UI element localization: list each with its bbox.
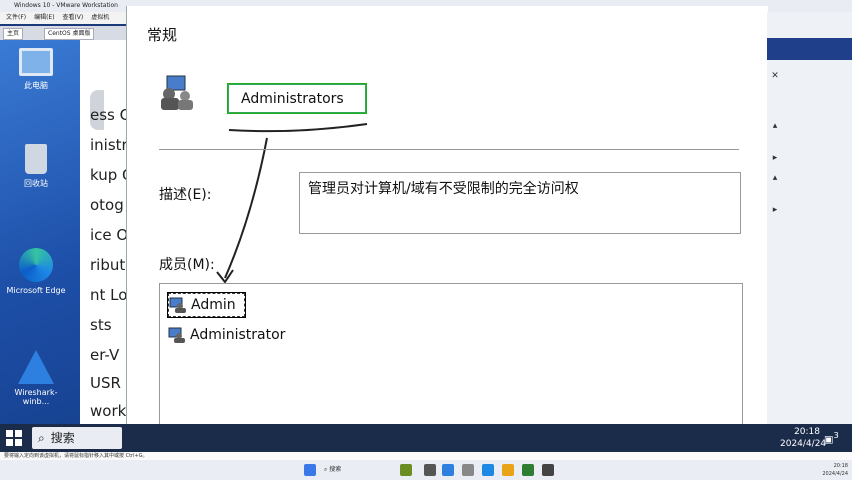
description-label: 描述(E): <box>159 187 212 203</box>
app-icon[interactable] <box>522 464 534 476</box>
list-item: work <box>90 402 127 420</box>
windows-start-icon[interactable] <box>6 430 22 446</box>
taskbar-clock[interactable]: 20:18 2024/4/24 <box>780 426 827 450</box>
list-item: inistr <box>90 136 128 154</box>
separator <box>159 149 739 150</box>
app-icon[interactable] <box>400 464 412 476</box>
vm-menubar: 文件(F) 编辑(E) 查看(V) 虚拟机 <box>0 12 130 24</box>
member-admin[interactable]: Admin <box>167 292 246 318</box>
list-item: sts <box>90 316 112 334</box>
member-name: Admin <box>191 297 236 313</box>
clock-time: 20:18 <box>833 463 848 469</box>
app-icon[interactable] <box>542 464 554 476</box>
desktop-icon-edge[interactable]: Microsoft Edge <box>6 248 66 295</box>
member-name: Administrator <box>190 327 286 343</box>
folder-icon[interactable] <box>502 464 514 476</box>
menu-file[interactable]: 文件(F) <box>6 12 26 24</box>
list-item: USR <box>90 374 121 392</box>
desktop-icon-recycle-bin[interactable]: 回收站 <box>6 144 66 189</box>
description-field[interactable]: 管理员对计算机/域有不受限制的完全访问权 <box>299 172 741 234</box>
recycle-bin-icon <box>25 144 47 174</box>
computer-icon <box>19 48 53 76</box>
wireshark-icon <box>18 350 54 384</box>
list-item: ice O <box>90 226 129 244</box>
clock-date: 2024/4/24 <box>822 471 848 477</box>
edge-icon <box>19 248 53 282</box>
app-icon[interactable] <box>442 464 454 476</box>
app-icon[interactable] <box>482 464 494 476</box>
vm-status-bar: 要将输入定向到该虚拟机，请将鼠标指针移入其中或按 Ctrl+G。 <box>0 452 852 460</box>
members-label: 成员(M): <box>159 257 215 273</box>
vm-title: Windows 10 - VMware Workstation <box>14 2 118 9</box>
menu-view[interactable]: 查看(V) <box>62 12 83 24</box>
list-item: ess C <box>90 106 131 124</box>
desktop-icon-label: Wireshark-winb... <box>14 388 58 406</box>
taskbar-search[interactable]: ⌕ 搜索 <box>32 427 122 449</box>
member-administrator[interactable]: Administrator <box>168 324 285 346</box>
desktop-icon-label: 此电脑 <box>24 81 48 90</box>
notification-icon[interactable]: ▣3 <box>824 430 839 445</box>
host-taskbar: ⌕ 搜索 20:18 2024/4/24 <box>0 460 852 480</box>
scroll-up-icon[interactable]: ▴ <box>769 120 781 132</box>
user-icon <box>168 327 185 343</box>
notification-count: 3 <box>833 430 839 440</box>
tab-home[interactable]: 主页 <box>3 28 24 40</box>
menu-edit[interactable]: 编辑(E) <box>34 12 54 24</box>
search-label: 搜索 <box>329 466 342 473</box>
search-icon: ⌕ <box>38 431 45 445</box>
vm-tabbar: 主页 CentOS 桌面版 <box>0 26 130 40</box>
chevron-right-icon[interactable]: ▸ <box>769 204 781 216</box>
menu-vm[interactable]: 虚拟机 <box>91 12 109 24</box>
desktop-icon-this-pc[interactable]: 此电脑 <box>6 48 66 91</box>
close-icon[interactable]: ✕ <box>769 70 781 82</box>
list-item: otog <box>90 196 124 214</box>
users-group-icon <box>161 75 193 110</box>
user-icon <box>169 297 186 313</box>
desktop-icon-wireshark[interactable]: Wireshark-winb... <box>6 350 66 406</box>
desktop-icon-label: 回收站 <box>24 179 48 188</box>
search-label: 搜索 <box>50 431 75 445</box>
list-item: nt Lo <box>90 286 128 304</box>
host-side-panel: ✕ ▴ ▸ ▴ ▸ <box>767 12 852 450</box>
list-item: ribut <box>90 256 126 274</box>
tab-centos[interactable]: CentOS 桌面版 <box>44 28 95 40</box>
desktop-icon-label: Microsoft Edge <box>6 286 66 295</box>
host-clock[interactable]: 20:18 2024/4/24 <box>822 462 848 478</box>
tab-general[interactable]: 常规 <box>147 24 177 45</box>
group-properties-dialog: 常规 Administrators 描述(E): 管理员对计算机/域有不受限制的… <box>126 6 768 448</box>
background-window: ess C inistr kup O otog ice O ribut nt L… <box>80 40 134 452</box>
app-icon[interactable] <box>424 464 436 476</box>
chevron-right-icon[interactable]: ▸ <box>769 152 781 164</box>
clock-time: 20:18 <box>794 427 820 437</box>
guest-taskbar: ⌕ 搜索 20:18 2024/4/24 ▣3 <box>0 424 852 452</box>
windows-start-icon[interactable] <box>304 464 316 476</box>
window-titlebar-fragment <box>767 38 852 60</box>
host-search[interactable]: ⌕ 搜索 <box>324 464 341 476</box>
app-icon[interactable] <box>462 464 474 476</box>
list-item: er-V <box>90 346 120 364</box>
scroll-up-icon[interactable]: ▴ <box>769 172 781 184</box>
clock-date: 2024/4/24 <box>780 439 827 449</box>
